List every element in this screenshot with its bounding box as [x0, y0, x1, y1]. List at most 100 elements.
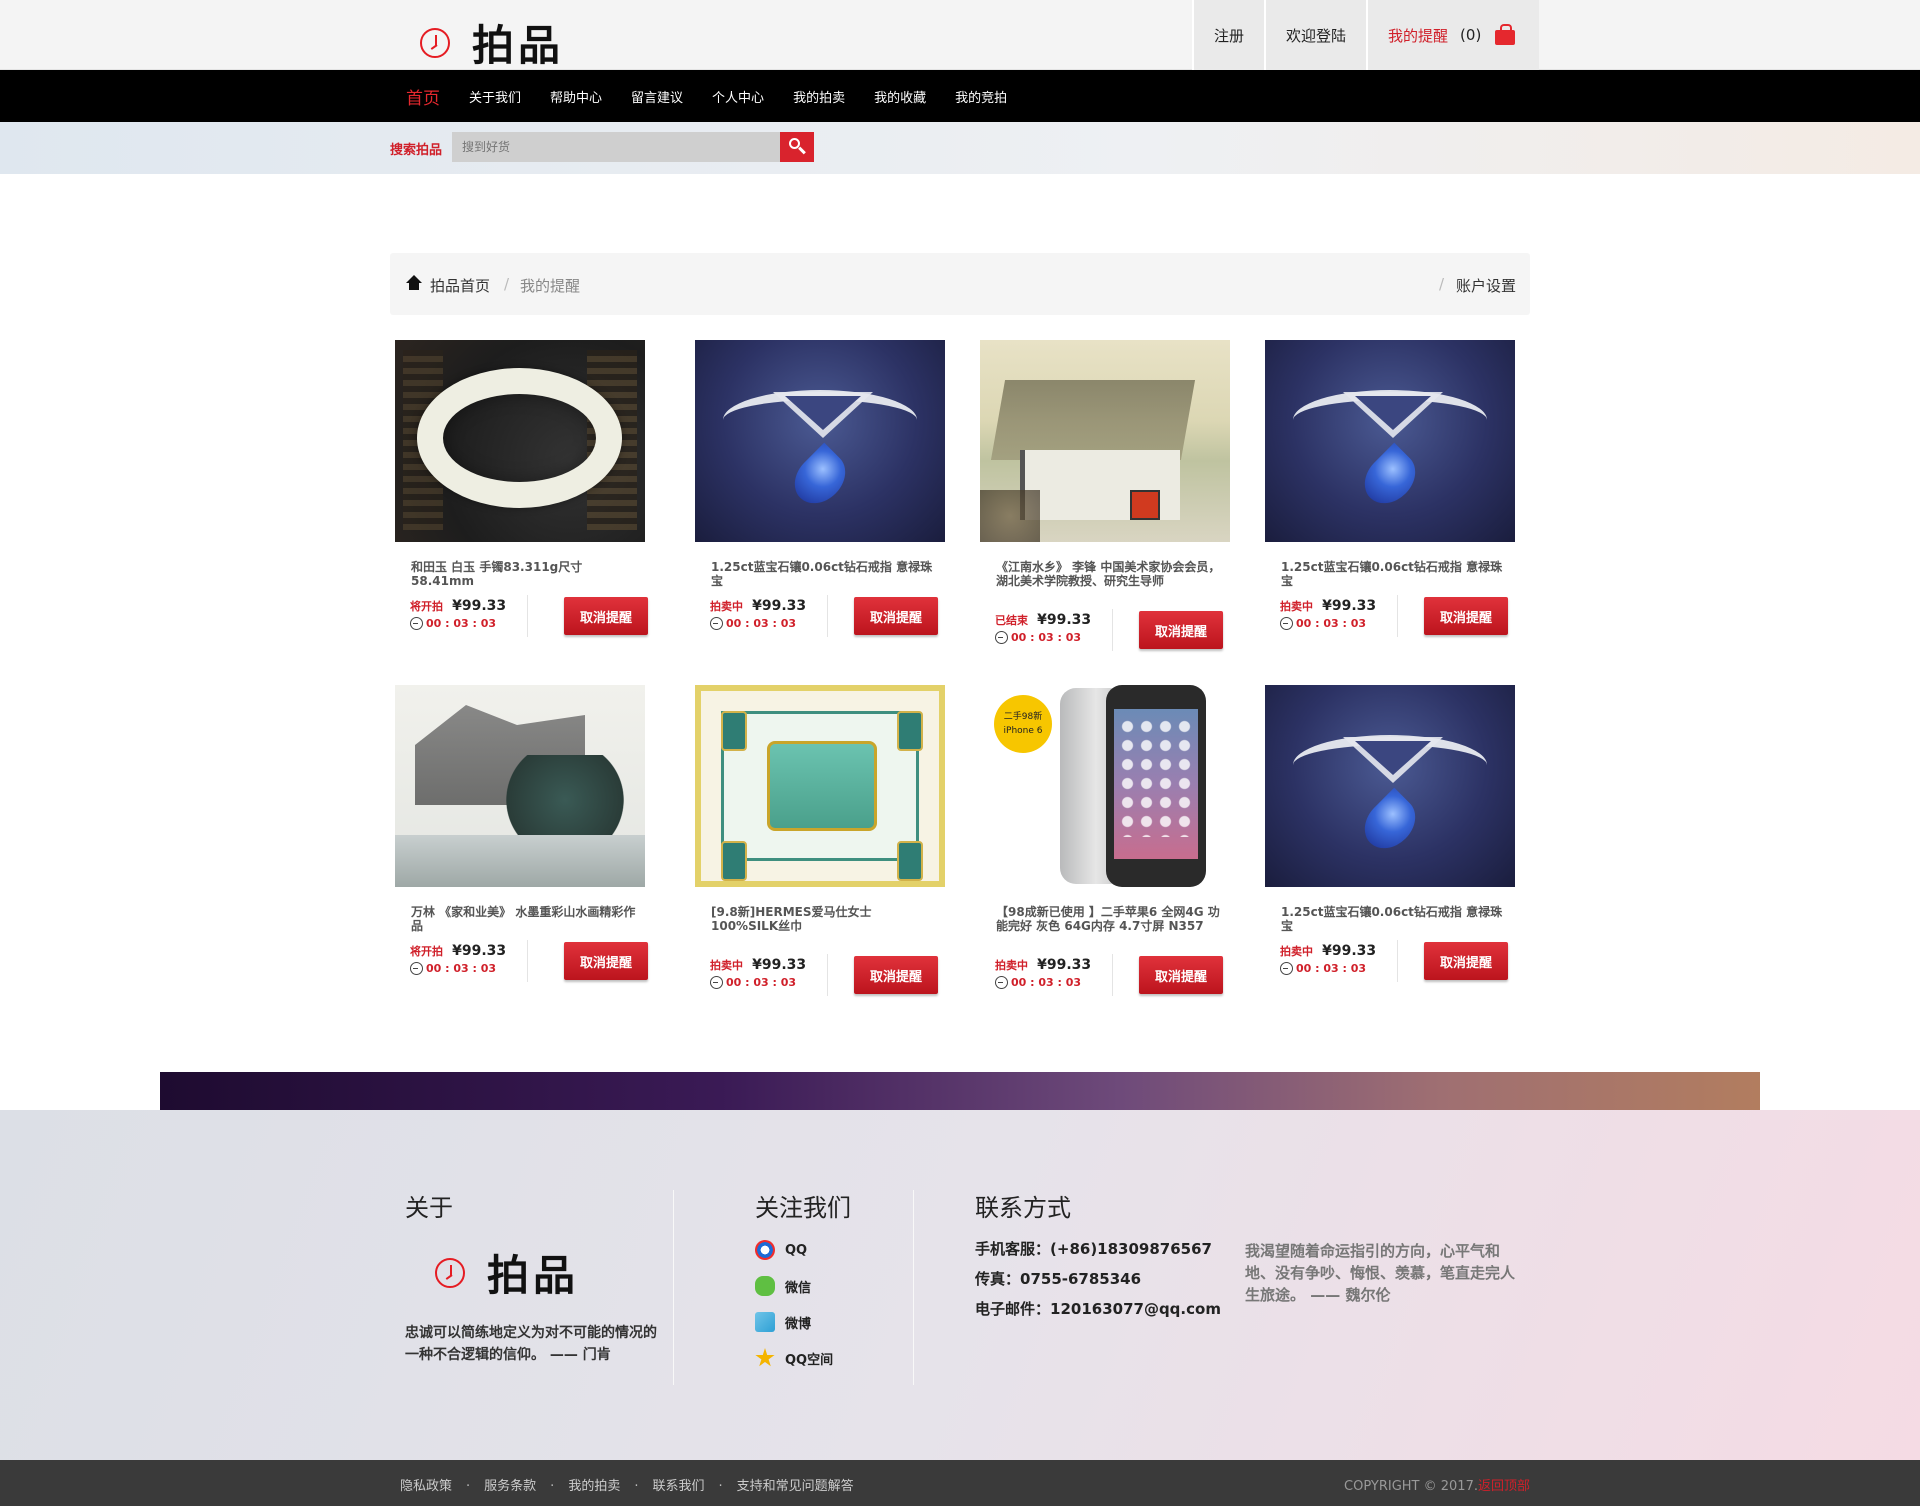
terms-link[interactable]: 服务条款: [484, 1475, 536, 1494]
product-image[interactable]: [395, 340, 645, 542]
privacy-link[interactable]: 隐私政策: [400, 1475, 452, 1494]
nav-item-my-auctions[interactable]: 我的拍卖: [793, 87, 845, 106]
product-image[interactable]: [1265, 340, 1515, 542]
product-price: ¥99.33: [452, 943, 507, 959]
reminders-label: 我的提醒: [1388, 26, 1449, 45]
register-link[interactable]: 注册: [1192, 0, 1265, 70]
breadcrumb-separator: /: [1438, 275, 1444, 293]
footer-contact-title: 联系方式: [975, 1194, 1071, 1222]
product-badge: 二手98新 iPhone 6: [994, 695, 1052, 753]
nav-item-help[interactable]: 帮助中心: [550, 87, 602, 106]
product-card: 二手98新 iPhone 6 【98成新已使用 】二手苹果6 全网4G 功能完好…: [975, 685, 1235, 1005]
follow-qq[interactable]: QQ: [755, 1240, 807, 1260]
qq-icon: [755, 1240, 775, 1260]
product-image[interactable]: [1265, 685, 1515, 887]
search-input[interactable]: [452, 132, 780, 162]
breadcrumb-home[interactable]: 拍品首页: [430, 275, 490, 296]
product-image[interactable]: [395, 685, 645, 887]
footer-logo: 拍品: [435, 1242, 579, 1303]
product-card: 1.25ct蓝宝石镶0.06ct钻石戒指 意禄珠宝 拍卖中 ¥99.33 00 …: [1260, 340, 1520, 660]
bottom-bar: 隐私政策 . 服务条款 . 我的拍卖 . 联系我们 . 支持和常见问题解答 CO…: [0, 1460, 1920, 1506]
product-status-block: 将开拍 ¥99.33 00 : 03 : 03: [410, 595, 506, 630]
site-logo[interactable]: 拍品: [420, 12, 564, 73]
timer-icon: [710, 617, 723, 630]
product-image[interactable]: [980, 340, 1230, 542]
product-image[interactable]: [695, 340, 945, 542]
product-status-block: 拍卖中 ¥99.33 00 : 03 : 03: [710, 954, 806, 989]
wechat-icon: [755, 1276, 775, 1296]
product-name[interactable]: 1.25ct蓝宝石镶0.06ct钻石戒指 意禄珠宝: [711, 560, 936, 588]
product-status: 拍卖中: [1280, 945, 1313, 958]
product-price: ¥99.33: [752, 598, 807, 614]
product-timer: 00 : 03 : 03: [426, 617, 497, 630]
footer-about-title: 关于: [405, 1194, 453, 1222]
product-status-block: 拍卖中 ¥99.33 00 : 03 : 03: [710, 595, 806, 630]
product-status: 拍卖中: [710, 600, 743, 613]
nav-item-my-favorites[interactable]: 我的收藏: [874, 87, 926, 106]
product-price: ¥99.33: [752, 957, 807, 973]
product-status: 将开拍: [410, 945, 443, 958]
product-name[interactable]: 万林 《家和业美》 水墨重彩山水画精彩作品: [411, 905, 636, 933]
product-timer: 00 : 03 : 03: [726, 617, 797, 630]
clock-icon: [420, 27, 450, 58]
nav-item-personal-center[interactable]: 个人中心: [712, 87, 764, 106]
nav-item-about[interactable]: 关于我们: [469, 87, 521, 106]
timer-icon: [710, 976, 723, 989]
search-bar: 搜索拍品: [0, 122, 1920, 174]
login-link[interactable]: 欢迎登陆: [1264, 0, 1367, 70]
main-nav: 首页 关于我们 帮助中心 留言建议 个人中心 我的拍卖 我的收藏 我的竞拍: [0, 70, 1920, 122]
product-name[interactable]: 和田玉 白玉 手镯83.311g尺寸58.41mm: [411, 560, 636, 588]
product-card: 1.25ct蓝宝石镶0.06ct钻石戒指 意禄珠宝 拍卖中 ¥99.33 00 …: [690, 340, 950, 660]
product-timer: 00 : 03 : 03: [1296, 962, 1367, 975]
home-icon[interactable]: [406, 275, 422, 290]
top-links: 注册 欢迎登陆 我的提醒 (0): [1192, 0, 1540, 70]
my-reminders-link[interactable]: 我的提醒 (0): [1366, 0, 1540, 70]
top-bar: 拍品 注册 欢迎登陆 我的提醒 (0): [0, 0, 1920, 70]
product-image[interactable]: [695, 685, 945, 887]
support-faq-link[interactable]: 支持和常见问题解答: [737, 1475, 854, 1494]
follow-wechat[interactable]: 微信: [755, 1276, 811, 1296]
product-status-block: 拍卖中 ¥99.33 00 : 03 : 03: [1280, 595, 1376, 630]
follow-qzone[interactable]: QQ空间: [755, 1348, 833, 1368]
breadcrumb-separator: /: [504, 275, 510, 293]
product-price: ¥99.33: [452, 598, 507, 614]
contact-email[interactable]: 电子邮件：120163077@qq.com: [975, 1298, 1221, 1319]
timer-icon: [410, 617, 423, 630]
reminders-count: (0): [1460, 26, 1482, 44]
nav-item-my-bids[interactable]: 我的竞拍: [955, 87, 1007, 106]
cancel-reminder-button[interactable]: 取消提醒: [1139, 611, 1223, 649]
shopping-bag-icon: [1495, 23, 1516, 45]
cancel-reminder-button[interactable]: 取消提醒: [564, 597, 648, 635]
cancel-reminder-button[interactable]: 取消提醒: [1139, 956, 1223, 994]
breadcrumb-current: 我的提醒: [520, 277, 581, 295]
copyright: COPYRIGHT © 2017.返回顶部: [1344, 1479, 1530, 1494]
product-name[interactable]: 【98成新已使用 】二手苹果6 全网4G 功能完好 灰色 64G内存 4.7寸屏…: [996, 905, 1221, 933]
nav-item-home[interactable]: 首页: [406, 84, 440, 109]
product-name[interactable]: 《江南水乡》 李锋 中国美术家协会会员，湖北美术学院教授、研究生导师: [996, 560, 1221, 588]
cancel-reminder-button[interactable]: 取消提醒: [1424, 942, 1508, 980]
product-timer: 00 : 03 : 03: [726, 976, 797, 989]
contact-link[interactable]: 联系我们: [652, 1475, 704, 1494]
my-auctions-link[interactable]: 我的拍卖: [568, 1475, 620, 1494]
timer-icon: [995, 976, 1008, 989]
cancel-reminder-button[interactable]: 取消提醒: [854, 597, 938, 635]
cancel-reminder-button[interactable]: 取消提醒: [1424, 597, 1508, 635]
product-price: ¥99.33: [1322, 598, 1377, 614]
product-name[interactable]: [9.8新]HERMES爱马仕女士100%SILK丝巾: [711, 905, 936, 933]
nav-item-feedback[interactable]: 留言建议: [631, 87, 683, 106]
product-name[interactable]: 1.25ct蓝宝石镶0.06ct钻石戒指 意禄珠宝: [1281, 560, 1506, 588]
search-button[interactable]: [780, 132, 814, 162]
product-card: 《江南水乡》 李锋 中国美术家协会会员，湖北美术学院教授、研究生导师 已结束 ¥…: [975, 340, 1235, 660]
search-label: 搜索拍品: [390, 143, 443, 158]
cancel-reminder-button[interactable]: 取消提醒: [854, 956, 938, 994]
account-settings-link[interactable]: 账户设置: [1456, 275, 1516, 296]
cancel-reminder-button[interactable]: 取消提醒: [564, 942, 648, 980]
timer-icon: [1280, 962, 1293, 975]
product-image[interactable]: 二手98新 iPhone 6: [980, 685, 1230, 887]
follow-weibo[interactable]: 微博: [755, 1312, 811, 1332]
back-to-top-link[interactable]: 返回顶部: [1478, 1479, 1530, 1494]
product-price: ¥99.33: [1037, 957, 1092, 973]
product-name[interactable]: 1.25ct蓝宝石镶0.06ct钻石戒指 意禄珠宝: [1281, 905, 1506, 933]
product-price: ¥99.33: [1037, 612, 1092, 628]
product-card: [9.8新]HERMES爱马仕女士100%SILK丝巾 拍卖中 ¥99.33 0…: [690, 685, 950, 1005]
